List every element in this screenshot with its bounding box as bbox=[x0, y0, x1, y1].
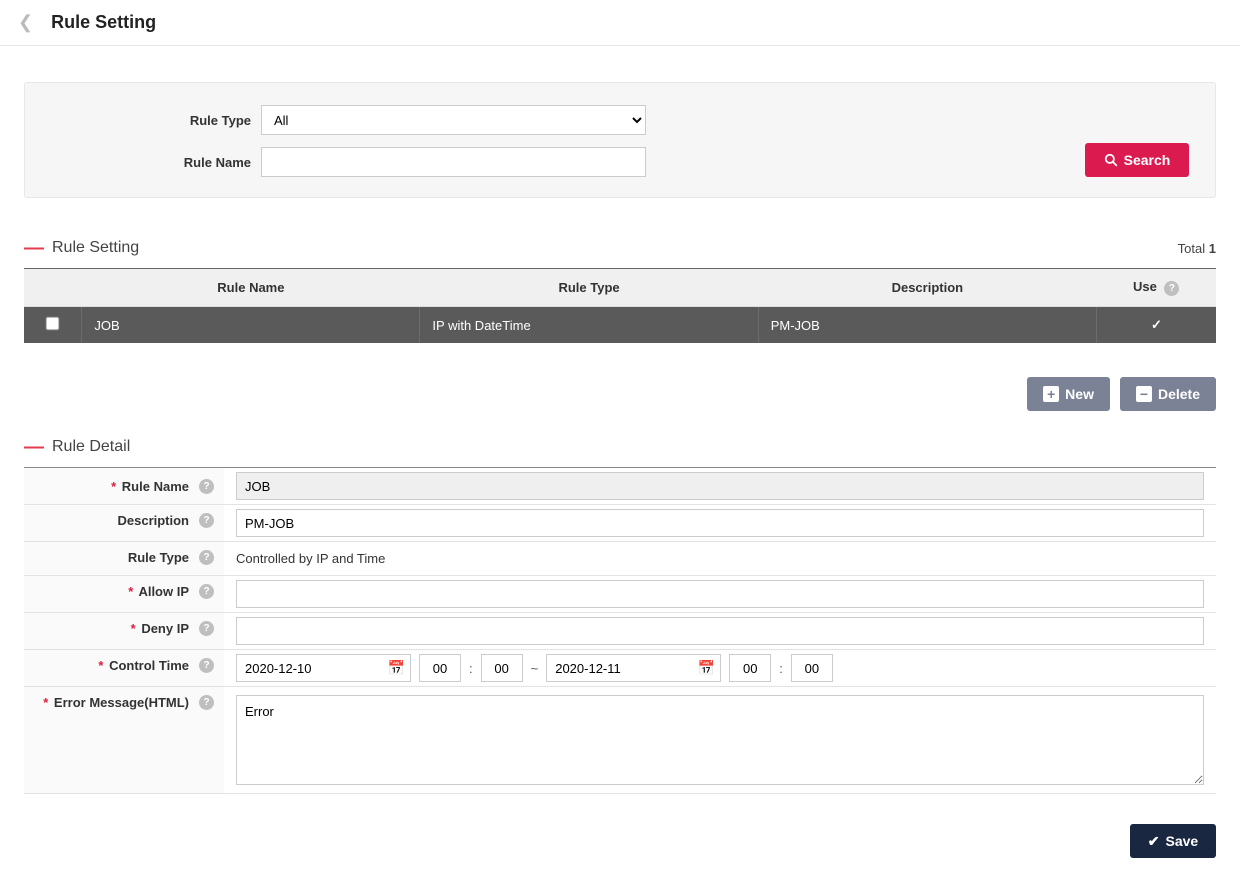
col-rule-type: Rule Type bbox=[420, 269, 758, 307]
collapse-icon[interactable]: — bbox=[24, 238, 44, 258]
end-date-field[interactable] bbox=[546, 654, 721, 682]
check-icon: ✔ bbox=[1148, 833, 1160, 850]
col-rule-name: Rule Name bbox=[82, 269, 420, 307]
help-icon[interactable]: ? bbox=[199, 584, 214, 599]
end-hour-field[interactable] bbox=[729, 654, 771, 682]
rule-detail-head: — Rule Detail bbox=[24, 437, 1216, 457]
table-row[interactable]: JOB IP with DateTime PM-JOB bbox=[24, 307, 1216, 344]
save-bar: ✔ Save bbox=[24, 824, 1216, 858]
detail-row-ruletype: Rule Type ? Controlled by IP and Time bbox=[24, 542, 1216, 576]
help-icon[interactable]: ? bbox=[1164, 281, 1179, 296]
detail-row-rulename: * Rule Name ? bbox=[24, 468, 1216, 505]
row-checkbox[interactable] bbox=[46, 316, 60, 330]
detail-row-controltime: * Control Time ? 📅 : ~ 📅 : bbox=[24, 650, 1216, 687]
help-icon[interactable]: ? bbox=[199, 550, 214, 565]
ruletype-text: Controlled by IP and Time bbox=[236, 551, 385, 566]
allowip-field[interactable] bbox=[236, 580, 1204, 608]
rule-name-label: Rule Name bbox=[51, 155, 261, 170]
start-hour-field[interactable] bbox=[419, 654, 461, 682]
cell-use bbox=[1097, 307, 1217, 344]
page-title: Rule Setting bbox=[51, 12, 156, 33]
col-description: Description bbox=[758, 269, 1096, 307]
detail-row-denyip: * Deny IP ? bbox=[24, 613, 1216, 650]
detail-form: * Rule Name ? Description ? Rule Type ? … bbox=[24, 467, 1216, 794]
rule-detail-title: Rule Detail bbox=[52, 438, 130, 456]
end-min-field[interactable] bbox=[791, 654, 833, 682]
detail-row-description: Description ? bbox=[24, 505, 1216, 542]
cell-description: PM-JOB bbox=[758, 307, 1096, 344]
page-header: ❮ Rule Setting bbox=[0, 0, 1240, 46]
list-action-bar: + New − Delete bbox=[24, 377, 1216, 411]
collapse-icon[interactable]: — bbox=[24, 437, 44, 457]
new-button[interactable]: + New bbox=[1027, 377, 1110, 411]
denyip-field[interactable] bbox=[236, 617, 1204, 645]
start-date-field[interactable] bbox=[236, 654, 411, 682]
detail-row-allowip: * Allow IP ? bbox=[24, 576, 1216, 613]
rule-name-input[interactable] bbox=[261, 147, 646, 177]
search-button[interactable]: Search bbox=[1085, 143, 1189, 177]
help-icon[interactable]: ? bbox=[199, 695, 214, 710]
rule-list-head: — Rule Setting Total 1 bbox=[24, 238, 1216, 258]
rule-type-select[interactable]: All bbox=[261, 105, 646, 135]
description-field[interactable] bbox=[236, 509, 1204, 537]
help-icon[interactable]: ? bbox=[199, 658, 214, 673]
cell-rule-type: IP with DateTime bbox=[420, 307, 758, 344]
rule-table: Rule Name Rule Type Description Use ? JO… bbox=[24, 268, 1216, 343]
delete-button[interactable]: − Delete bbox=[1120, 377, 1216, 411]
rule-name-row: Rule Name bbox=[51, 147, 646, 177]
rule-type-label: Rule Type bbox=[51, 113, 261, 128]
search-icon bbox=[1104, 153, 1118, 167]
col-check bbox=[24, 269, 82, 307]
minus-square-icon: − bbox=[1136, 386, 1152, 402]
search-panel: Rule Type All Rule Name Search bbox=[24, 82, 1216, 198]
plus-icon: + bbox=[1043, 386, 1059, 402]
rule-list-title: Rule Setting bbox=[52, 239, 139, 257]
rule-type-row: Rule Type All bbox=[51, 105, 646, 135]
detail-row-errormsg: * Error Message(HTML) ? bbox=[24, 687, 1216, 794]
errormsg-field[interactable] bbox=[236, 695, 1204, 785]
check-icon bbox=[1151, 317, 1162, 332]
col-use: Use ? bbox=[1097, 269, 1217, 307]
help-icon[interactable]: ? bbox=[199, 479, 214, 494]
save-button[interactable]: ✔ Save bbox=[1130, 824, 1216, 858]
start-min-field[interactable] bbox=[481, 654, 523, 682]
cell-rule-name: JOB bbox=[82, 307, 420, 344]
search-fields: Rule Type All Rule Name bbox=[51, 105, 646, 177]
rulename-field[interactable] bbox=[236, 472, 1204, 500]
total-text: Total 1 bbox=[1178, 241, 1216, 256]
back-chevron-icon[interactable]: ❮ bbox=[18, 12, 33, 33]
help-icon[interactable]: ? bbox=[199, 621, 214, 636]
help-icon[interactable]: ? bbox=[199, 513, 214, 528]
